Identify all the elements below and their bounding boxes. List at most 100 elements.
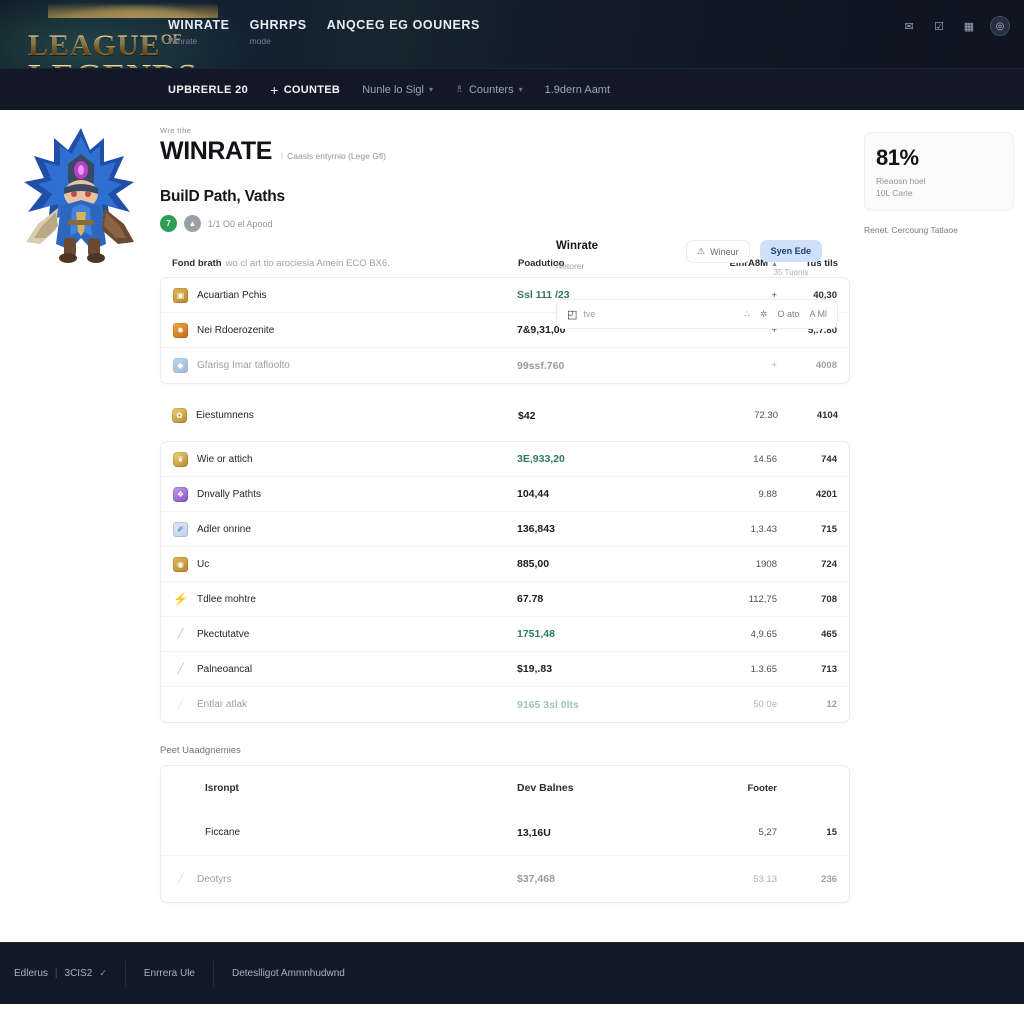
chevron-down-icon: ▾ xyxy=(428,85,433,94)
row-production-value: 3E,933,20 xyxy=(517,453,565,465)
table-row[interactable]: Ficcane 13,16U 5,27 15 xyxy=(161,810,849,856)
winrate-chip-note: 35 Tuonis xyxy=(773,268,809,277)
subnav-label-modern: 1.9dern Aamt xyxy=(544,83,611,96)
row-kda-value: 1908 xyxy=(755,558,777,570)
banner-nav-item-2[interactable]: ANQCEG EG OOUNERS xyxy=(327,18,480,46)
rank-badge[interactable]: 7 xyxy=(160,215,177,232)
lower-column-header-kda: Footer xyxy=(747,782,777,794)
table-row[interactable]: ✐ Adler onrine 136,843 1,3.43 715 xyxy=(161,512,849,547)
message-icon[interactable]: ☑ xyxy=(930,18,948,34)
row-kda-value: 112,75 xyxy=(748,593,777,605)
crest-gold-icon: ❦ xyxy=(173,451,188,467)
row-total-value: 4201 xyxy=(815,488,837,500)
item-orange-icon: ✹ xyxy=(173,322,188,338)
row-name-cell: ◆ Gfarisg Imar tafloolto xyxy=(173,358,517,373)
section-heading-build-path: BuilD Path, Vaths xyxy=(160,188,285,205)
banner-nav-item-1[interactable]: GHRRPS mode xyxy=(250,18,307,46)
footer-link-edlerus[interactable]: Edlerus | 3CIS2 ✓ xyxy=(14,968,125,979)
subnav-item-counters[interactable]: ♗ Counters ▾ xyxy=(455,84,523,96)
row-kda-value: 72.30 xyxy=(754,410,778,421)
bolt-icon: ⚡ xyxy=(173,592,188,606)
table-row[interactable]: ◉ Uc 885,00 1908 724 xyxy=(161,547,849,582)
row-name-cell: ▣ Acuartian Pchis xyxy=(173,287,517,303)
row-production-value: 136,843 xyxy=(517,523,555,535)
banner-nav: WINRATE Winrate GHRRPS mode ANQCEG EG OO… xyxy=(168,0,480,46)
banner-icon-group: ✉ ☑ ▦ ◎ xyxy=(900,16,1010,36)
banner-nav-title-0: WINRATE xyxy=(168,18,230,32)
row-total-value: 12 xyxy=(826,699,837,710)
footer-link-detailed[interactable]: Deteslligot Ammnhudwnd xyxy=(232,968,363,979)
table-row[interactable]: ◆ Gfarisg Imar tafloolto 99ssf.760 + 400… xyxy=(161,348,849,383)
notification-icon[interactable]: ✉ xyxy=(900,18,918,34)
row-name-cell: ✹ Nei Rdoerozenite xyxy=(173,322,517,338)
footer-text-0: Edlerus xyxy=(14,968,48,979)
row-production-value: 104,44 xyxy=(517,488,550,500)
column-header-name-note: wo cl art tio arociesia Amein ECO BX6. xyxy=(225,258,390,269)
footer-divider-1 xyxy=(124,960,126,987)
items-table-mid: ❦ Wie or attich 3E,933,20 14.56 744 ❖ Dn… xyxy=(160,441,850,723)
page-title-row: WINRATE ⌇ Caasls entyrnio (Lege Gfl) xyxy=(160,137,850,166)
footer-link-entrera[interactable]: Enrrera Ule xyxy=(144,968,213,979)
lower-table-header: Isronpt Dev Balnes Footer xyxy=(161,766,849,810)
row-production-value: $42 xyxy=(518,409,536,422)
row-name-cell: ✐ Adler onrine xyxy=(173,521,517,537)
table-row[interactable]: ✿ Eiestumnens $42 72.30 4104 xyxy=(160,398,850,433)
search-option-3[interactable]: A Ml xyxy=(809,309,827,319)
row-label: Deotyrs xyxy=(197,873,232,885)
page-eyebrow: Wre tthe xyxy=(160,126,192,135)
subnav-item-patch[interactable]: UPBRERLE 20 xyxy=(168,84,248,96)
subnav-item-modern[interactable]: 1.9dern Aamt xyxy=(545,84,610,96)
tier-badge[interactable]: ▲ xyxy=(184,215,201,232)
search-option-2[interactable]: O ato xyxy=(777,309,799,319)
row-total-value: 465 xyxy=(821,628,837,640)
winrate-stat-line2: 10L Carle xyxy=(876,188,913,198)
winrate-filter-chip[interactable]: ⚠ Wineur xyxy=(686,240,750,263)
top-banner: LEAGUEOF LEGENDS WINRATE Winrate GHRRPS … xyxy=(0,0,1024,68)
subnav-item-counters-add[interactable]: + COUNTEB xyxy=(270,83,340,97)
row-total-value: 15 xyxy=(826,827,837,838)
table-row[interactable]: ⚡ Tdlee mohtre 67.78 112,75 708 xyxy=(161,582,849,617)
winrate-active-chip[interactable]: Syen Ede xyxy=(759,240,823,262)
table-row[interactable]: ╱ Entlar atlak 9165 3sl 0lts 50 0e 12 xyxy=(161,687,849,722)
table-row[interactable]: ╱ Pkectutatve 1751,48 4,9.65 465 xyxy=(161,617,849,652)
table-row[interactable]: ╱ Deotyrs $37,468 53.13 236 xyxy=(161,856,849,902)
winrate-stat-card: 81% Rieaosn hoel 10L Carle xyxy=(864,132,1014,211)
page-body: Wre tthe WINRATE ⌇ Caasls entyrnio (Lege … xyxy=(0,110,1024,1004)
subnav-label-patch: UPBRERLE 20 xyxy=(168,83,249,96)
apps-icon[interactable]: ▦ xyxy=(960,18,978,34)
winrate-active-chip-group: Syen Ede 35 Tuonis xyxy=(759,240,823,277)
row-name-cell: ❦ Wie or attich xyxy=(173,451,517,467)
banner-nav-title-2: ANQCEG EG OOUNERS xyxy=(326,18,480,32)
page-title-tag-text: Caasls entyrnio (Lege Gfl) xyxy=(287,151,386,161)
row-total-value: 715 xyxy=(821,523,837,535)
pencil-icon: ╱ xyxy=(177,873,184,885)
winrate-filter-chip-label: Wineur xyxy=(710,246,739,257)
row-kda-value: 9.88 xyxy=(758,488,778,500)
row-production-value: 99ssf.760 xyxy=(517,359,565,372)
search-input[interactable]: tve xyxy=(583,309,595,319)
lower-column-header-mid: Dev Balnes xyxy=(517,782,574,794)
winrate-panel-sub: Netorer xyxy=(556,261,585,271)
row-production-value: 885,00 xyxy=(517,558,550,570)
table-row[interactable]: ❦ Wie or attich 3E,933,20 14.56 744 xyxy=(161,442,849,477)
search-option-1[interactable]: ✲ xyxy=(760,309,768,320)
row-label: Uc xyxy=(197,558,210,570)
banner-nav-item-0[interactable]: WINRATE Winrate xyxy=(168,18,230,46)
row-total-value: 713 xyxy=(821,663,837,675)
pencil-icon: ╱ xyxy=(177,699,184,710)
row-production-value: 9165 3sl 0lts xyxy=(517,698,579,711)
table-row[interactable]: ❖ Dnvally Pathts 104,44 9.88 4201 xyxy=(161,477,849,512)
subnav-item-numble[interactable]: Nunle lo Sigl ▾ xyxy=(362,84,433,96)
column-header-name-text: Fond brath xyxy=(172,258,222,269)
row-production-value: 13,16U xyxy=(517,826,551,839)
search-bar[interactable]: ◰ tve ∴ ✲ O ato A Ml xyxy=(556,299,838,329)
row-name-cell: ╱ Deotyrs xyxy=(173,872,517,887)
user-avatar[interactable]: ◎ xyxy=(990,16,1010,36)
search-option-0[interactable]: ∴ xyxy=(744,309,750,320)
pencil-icon: ╱ xyxy=(177,628,184,640)
row-label: Acuartian Pchis xyxy=(197,289,267,301)
row-label: Adler onrine xyxy=(197,523,251,535)
build-badge-text: 1/1 O0 el Apood xyxy=(208,218,273,229)
row-name-cell: ╱ Pkectutatve xyxy=(173,627,517,642)
table-row[interactable]: ╱ Palneoancal $19,.83 1.3.65 713 xyxy=(161,652,849,687)
